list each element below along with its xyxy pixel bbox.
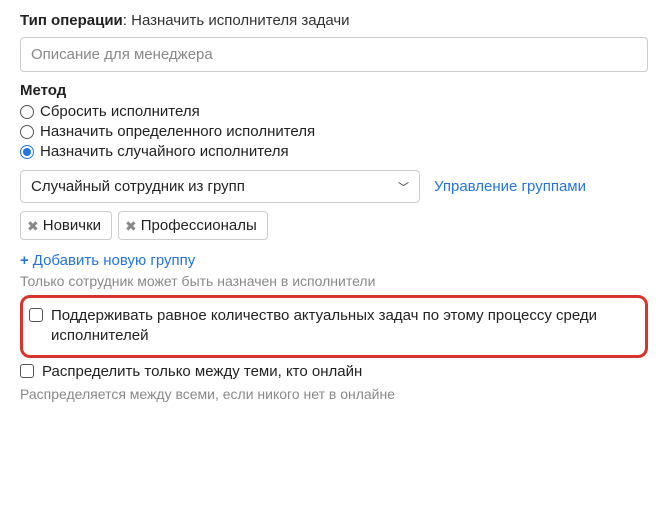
group-source-select[interactable]: Случайный сотрудник из групп ﹀ (20, 170, 420, 203)
tag-label: Новички (43, 217, 101, 234)
checkbox-label: Поддерживать равное количество актуальны… (51, 306, 639, 347)
remove-tag-icon[interactable]: ✖ (125, 219, 137, 233)
manager-description-input[interactable] (20, 37, 648, 72)
checkbox-label: Распределить только между теми, кто онла… (42, 362, 362, 382)
radio-label: Сбросить исполнителя (40, 103, 200, 120)
add-group-link[interactable]: + Добавить новую группу (20, 252, 648, 269)
online-fallback-note: Распределяется между всеми, если никого … (20, 386, 648, 402)
radio-label: Назначить определенного исполнителя (40, 123, 315, 140)
operation-type-value: Назначить исполнителя задачи (131, 12, 349, 29)
plus-icon: + (20, 252, 29, 269)
method-option-random[interactable]: Назначить случайного исполнителя (20, 143, 648, 160)
select-value: Случайный сотрудник из групп (31, 178, 245, 195)
checkbox-icon (20, 364, 34, 378)
checkbox-icon (29, 308, 43, 322)
selected-groups: ✖ Новички ✖ Профессионалы (20, 211, 648, 240)
method-option-reset[interactable]: Сбросить исполнителя (20, 103, 648, 120)
highlighted-option: Поддерживать равное количество актуальны… (20, 295, 648, 358)
add-group-label: Добавить новую группу (33, 252, 196, 269)
manage-groups-link[interactable]: Управление группами (434, 178, 586, 195)
group-tag[interactable]: ✖ Новички (20, 211, 112, 240)
radio-icon (20, 105, 34, 119)
method-option-specific[interactable]: Назначить определенного исполнителя (20, 123, 648, 140)
operation-type-label: Тип операции (20, 12, 123, 29)
operation-type-row: Тип операции: Назначить исполнителя зада… (20, 12, 648, 29)
chevron-down-icon: ﹀ (398, 179, 409, 195)
radio-icon (20, 125, 34, 139)
group-tag[interactable]: ✖ Профессионалы (118, 211, 268, 240)
colon: : (123, 12, 131, 29)
remove-tag-icon[interactable]: ✖ (27, 219, 39, 233)
online-only-option[interactable]: Распределить только между теми, кто онла… (20, 362, 648, 382)
balance-tasks-option[interactable]: Поддерживать равное количество актуальны… (29, 306, 639, 347)
radio-label: Назначить случайного исполнителя (40, 143, 289, 160)
assignee-restriction-note: Только сотрудник может быть назначен в и… (20, 273, 648, 289)
method-label: Метод (20, 82, 648, 99)
radio-icon (20, 145, 34, 159)
tag-label: Профессионалы (141, 217, 257, 234)
